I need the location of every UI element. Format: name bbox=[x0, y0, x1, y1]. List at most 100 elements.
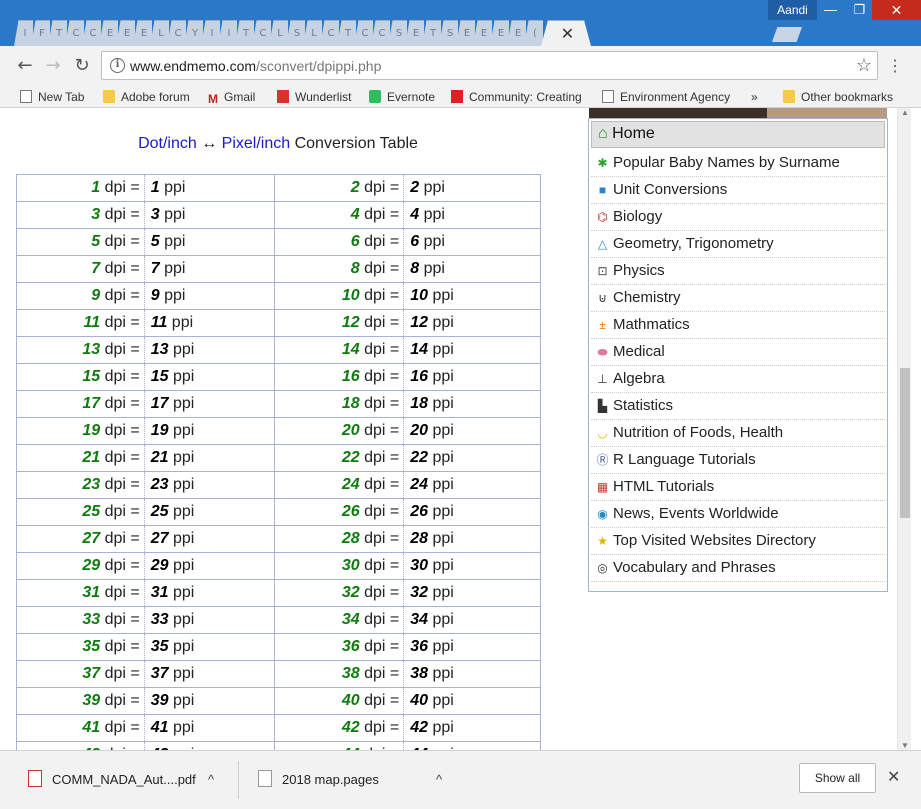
cell-value: 2 bbox=[350, 179, 360, 196]
sidebar-item[interactable]: ⬬ Medical bbox=[591, 339, 885, 366]
back-arrow-icon[interactable]: ← bbox=[13, 54, 37, 78]
browser-tab[interactable]: E bbox=[133, 20, 152, 46]
sidebar-item-home[interactable]: ⌂ Home bbox=[591, 121, 885, 148]
sidebar-item[interactable]: ▦ HTML Tutorials bbox=[591, 474, 885, 501]
browser-tab[interactable]: C bbox=[320, 20, 339, 46]
scroll-up-icon[interactable]: ▲ bbox=[901, 108, 909, 117]
bookmark-star-icon[interactable]: ☆ bbox=[856, 55, 872, 76]
sidebar-item[interactable]: Ⓡ R Language Tutorials bbox=[591, 447, 885, 474]
divider bbox=[238, 761, 239, 799]
cell-value: 37 bbox=[150, 665, 169, 682]
pixel-inch-link[interactable]: Pixel/inch bbox=[222, 135, 290, 152]
bookmarks-overflow-icon[interactable]: » bbox=[751, 88, 758, 106]
bookmark-item[interactable]: Environment Agency bbox=[602, 88, 738, 106]
browser-tab[interactable]: S bbox=[388, 20, 407, 46]
other-bookmarks[interactable]: Other bookmarks bbox=[783, 88, 893, 106]
browser-tab[interactable]: E bbox=[405, 20, 424, 46]
profile-button[interactable]: Aandi bbox=[768, 0, 817, 20]
sidebar-item[interactable]: ⊡ Physics bbox=[591, 258, 885, 285]
cell-unit: ppi bbox=[168, 584, 195, 601]
browser-tab[interactable]: F bbox=[31, 20, 50, 46]
bookmark-item[interactable]: M Gmail bbox=[208, 88, 268, 106]
browser-tab[interactable]: E bbox=[473, 20, 492, 46]
browser-tab[interactable]: I bbox=[218, 20, 237, 46]
browser-tab[interactable]: C bbox=[167, 20, 186, 46]
close-window-icon[interactable]: ✕ bbox=[872, 0, 921, 20]
chevron-up-icon[interactable]: ^ bbox=[436, 763, 442, 797]
sidebar-item[interactable]: ◉ News, Events Worldwide bbox=[591, 501, 885, 528]
maximize-icon[interactable]: ❐ bbox=[845, 0, 874, 20]
browser-tab[interactable]: ( bbox=[524, 20, 543, 46]
cell-value: 21 bbox=[150, 449, 169, 466]
browser-tab[interactable]: S bbox=[439, 20, 458, 46]
cell-value: 10 bbox=[410, 287, 429, 304]
info-icon[interactable]: i bbox=[110, 58, 125, 73]
page-scrollbar[interactable]: ▲ ▼ bbox=[897, 108, 911, 750]
dot-inch-link[interactable]: Dot/inch bbox=[138, 135, 197, 152]
chevron-up-icon[interactable]: ^ bbox=[208, 763, 214, 797]
math-icon: ± bbox=[599, 318, 606, 332]
sidebar-item[interactable]: ◎ Vocabulary and Phrases bbox=[591, 555, 885, 582]
close-downloads-icon[interactable]: ✕ bbox=[887, 767, 900, 787]
reload-icon[interactable]: ↻ bbox=[70, 54, 94, 78]
active-tab-close-icon[interactable]: ✕ bbox=[541, 20, 591, 46]
sidebar-item[interactable]: ★ Top Visited Websites Directory bbox=[591, 528, 885, 555]
browser-tab[interactable]: L bbox=[303, 20, 322, 46]
browser-tab[interactable]: E bbox=[456, 20, 475, 46]
browser-tab[interactable]: E bbox=[507, 20, 526, 46]
sidebar-item[interactable]: ± Mathmatics bbox=[591, 312, 885, 339]
dpi-cell: 39 dpi = bbox=[16, 687, 145, 715]
url-path: /sconvert/dpippi.php bbox=[256, 58, 382, 74]
sidebar-item[interactable]: ▙ Statistics bbox=[591, 393, 885, 420]
bookmark-item[interactable]: New Tab bbox=[20, 88, 94, 106]
sidebar-item-label: Medical bbox=[613, 343, 665, 360]
download-item-pdf[interactable]: COMM_NADA_Aut....pdf ^ bbox=[28, 763, 228, 797]
scroll-thumb[interactable] bbox=[900, 368, 910, 518]
sidebar-item[interactable]: ⊍ Chemistry bbox=[591, 285, 885, 312]
cell-unit: ppi bbox=[428, 287, 454, 304]
table-row: 41 dpi = 41 ppi 42 dpi = 42 ppi bbox=[16, 714, 541, 742]
sidebar-item-label: Algebra bbox=[613, 370, 665, 387]
browser-tab[interactable]: C bbox=[371, 20, 390, 46]
sidebar-item[interactable]: ⌬ Biology bbox=[591, 204, 885, 231]
browser-tab[interactable]: S bbox=[286, 20, 305, 46]
address-bar[interactable]: i www.endmemo.com/sconvert/dpippi.php ☆ bbox=[101, 51, 878, 80]
browser-tab[interactable]: E bbox=[116, 20, 135, 46]
bookmark-item[interactable]: Community: Creating bbox=[451, 88, 587, 106]
browser-tab[interactable]: C bbox=[252, 20, 271, 46]
browser-tab[interactable]: T bbox=[235, 20, 254, 46]
url-text[interactable]: www.endmemo.com/sconvert/dpippi.php bbox=[130, 58, 381, 74]
browser-tab[interactable]: T bbox=[48, 20, 67, 46]
browser-tab[interactable]: Y bbox=[184, 20, 203, 46]
sidebar-item[interactable]: ■ Unit Conversions bbox=[591, 177, 885, 204]
sidebar-item[interactable]: ⊥ Algebra bbox=[591, 366, 885, 393]
bookmark-item[interactable]: Adobe forum bbox=[103, 88, 198, 106]
sidebar-item[interactable]: △ Geometry, Trigonometry bbox=[591, 231, 885, 258]
sidebar-item[interactable]: ◡ Nutrition of Foods, Health bbox=[591, 420, 885, 447]
browser-tab[interactable]: E bbox=[490, 20, 509, 46]
scroll-down-icon[interactable]: ▼ bbox=[901, 741, 909, 750]
menu-icon[interactable]: ⋮ bbox=[887, 56, 903, 76]
browser-tab[interactable]: I bbox=[201, 20, 220, 46]
browser-tab[interactable]: T bbox=[337, 20, 356, 46]
cell-value: 13 bbox=[82, 341, 101, 358]
browser-tab[interactable]: C bbox=[354, 20, 373, 46]
browser-tab[interactable]: I bbox=[14, 20, 33, 46]
browser-tab[interactable]: C bbox=[65, 20, 84, 46]
show-all-button[interactable]: Show all bbox=[799, 763, 876, 793]
browser-tab[interactable]: L bbox=[150, 20, 169, 46]
browser-tab[interactable]: T bbox=[422, 20, 441, 46]
ppi-cell: 38 ppi bbox=[403, 660, 541, 688]
bookmark-item[interactable]: Evernote bbox=[369, 88, 441, 106]
bookmark-item[interactable]: Wunderlist bbox=[277, 88, 357, 106]
browser-tab[interactable]: L bbox=[269, 20, 288, 46]
browser-tab[interactable]: C bbox=[82, 20, 101, 46]
sidebar-item[interactable]: ✱ Popular Baby Names by Surname bbox=[591, 150, 885, 177]
forward-arrow-icon[interactable]: → bbox=[41, 54, 65, 78]
minimize-icon[interactable]: — bbox=[816, 0, 845, 20]
browser-tab[interactable]: E bbox=[99, 20, 118, 46]
ppi-cell: 20 ppi bbox=[403, 417, 541, 445]
download-item-pages[interactable]: 2018 map.pages ^ bbox=[258, 763, 458, 797]
new-tab-button[interactable] bbox=[772, 27, 802, 42]
url-host: www.endmemo.com bbox=[130, 58, 257, 74]
